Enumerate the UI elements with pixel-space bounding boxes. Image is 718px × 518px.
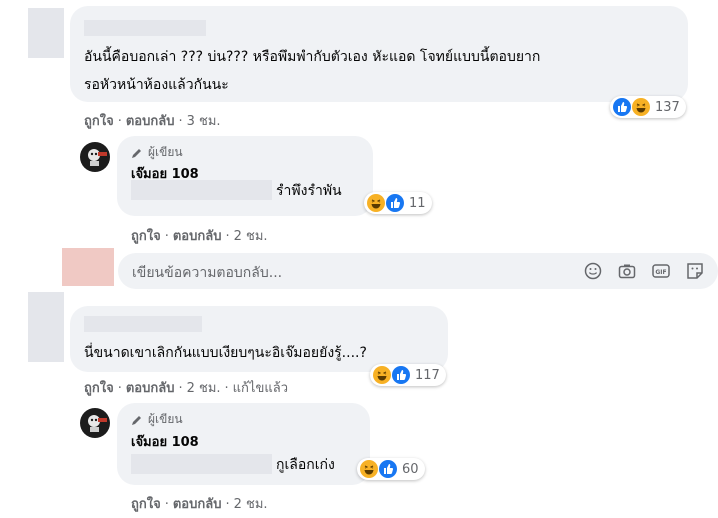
edited-label[interactable]: แก้ไขแล้ว bbox=[233, 381, 288, 396]
svg-text:GIF: GIF bbox=[655, 269, 666, 276]
reaction-count: 11 bbox=[409, 195, 426, 211]
like-action[interactable]: ถูกใจ bbox=[84, 114, 114, 129]
haha-icon bbox=[360, 460, 378, 478]
reaction-summary[interactable]: 60 bbox=[357, 458, 425, 480]
author-badge-label: ผู้เขียน bbox=[148, 412, 183, 426]
author-badge: ผู้เขียน bbox=[131, 410, 183, 429]
comment-text-line1: อันนี้คือบอกเล่า ??? บ่น??? หรือพึมพำกับ… bbox=[84, 49, 541, 65]
author-badge-label: ผู้เขียน bbox=[148, 145, 183, 159]
commenter-name-redacted[interactable] bbox=[84, 20, 206, 36]
reply-actions: ถูกใจ · ตอบกลับ · 2 ชม. bbox=[131, 229, 268, 244]
redacted-text bbox=[131, 454, 272, 474]
sticker-icon[interactable] bbox=[686, 262, 704, 280]
pencil-icon bbox=[132, 148, 141, 158]
current-user-avatar-redacted bbox=[62, 248, 114, 286]
reaction-count: 137 bbox=[655, 99, 680, 115]
comment-text-line2: รอหัวหน้าห้องแล้วกันนะ bbox=[84, 77, 229, 93]
like-action[interactable]: ถูกใจ bbox=[84, 381, 114, 396]
pencil-icon bbox=[132, 415, 141, 425]
reaction-count: 60 bbox=[402, 461, 419, 477]
reply-input-placeholder: เขียนข้อความตอบกลับ... bbox=[132, 265, 283, 281]
like-icon bbox=[386, 194, 404, 212]
haha-icon bbox=[373, 366, 391, 384]
comment-actions: ถูกใจ · ตอบกลับ · 2 ชม. · แก้ไขแล้ว bbox=[84, 381, 288, 396]
like-action[interactable]: ถูกใจ bbox=[131, 229, 161, 244]
commenter-avatar-redacted[interactable] bbox=[28, 8, 64, 58]
reply-text: กูเลือกเก่ง bbox=[276, 457, 335, 473]
comment-actions: ถูกใจ · ตอบกลับ · 3 ชม. bbox=[84, 114, 221, 129]
like-icon bbox=[613, 98, 631, 116]
haha-icon bbox=[632, 98, 650, 116]
author-badge: ผู้เขียน bbox=[131, 143, 183, 162]
reply-text: รำพึงรำพัน bbox=[276, 183, 342, 199]
comment-text: นี่ขนาดเขาเลิกกันแบบเงียบๆนะอิเจ๊มอยยังร… bbox=[84, 345, 367, 361]
timestamp[interactable]: 3 ชม. bbox=[187, 114, 221, 129]
commenter-name-redacted[interactable] bbox=[84, 316, 202, 332]
reply-actions: ถูกใจ · ตอบกลับ · 2 ชม. bbox=[131, 497, 268, 512]
reply-action[interactable]: ตอบกลับ bbox=[173, 229, 222, 244]
reply-action[interactable]: ตอบกลับ bbox=[126, 114, 175, 129]
redacted-text bbox=[131, 180, 272, 200]
haha-icon bbox=[367, 194, 385, 212]
timestamp[interactable]: 2 ชม. bbox=[234, 497, 268, 512]
reaction-summary[interactable]: 137 bbox=[610, 96, 686, 118]
reaction-count: 117 bbox=[415, 367, 440, 383]
like-action[interactable]: ถูกใจ bbox=[131, 497, 161, 512]
reaction-summary[interactable]: 117 bbox=[370, 364, 446, 386]
like-icon bbox=[379, 460, 397, 478]
like-icon bbox=[392, 366, 410, 384]
timestamp[interactable]: 2 ชม. bbox=[234, 229, 268, 244]
author-avatar[interactable] bbox=[80, 142, 110, 172]
reaction-summary[interactable]: 11 bbox=[364, 192, 432, 214]
emoji-icon[interactable] bbox=[584, 262, 602, 280]
gif-icon[interactable]: GIF bbox=[652, 262, 670, 280]
reply-action[interactable]: ตอบกลับ bbox=[126, 381, 175, 396]
reply-input[interactable]: เขียนข้อความตอบกลับ... GIF bbox=[118, 253, 718, 289]
reply-author-name[interactable]: เจ๊มอย 108 bbox=[131, 430, 199, 456]
author-avatar[interactable] bbox=[80, 408, 110, 438]
commenter-avatar-redacted[interactable] bbox=[28, 292, 64, 362]
timestamp[interactable]: 2 ชม. bbox=[187, 381, 221, 396]
reply-action[interactable]: ตอบกลับ bbox=[173, 497, 222, 512]
camera-icon[interactable] bbox=[618, 262, 636, 280]
